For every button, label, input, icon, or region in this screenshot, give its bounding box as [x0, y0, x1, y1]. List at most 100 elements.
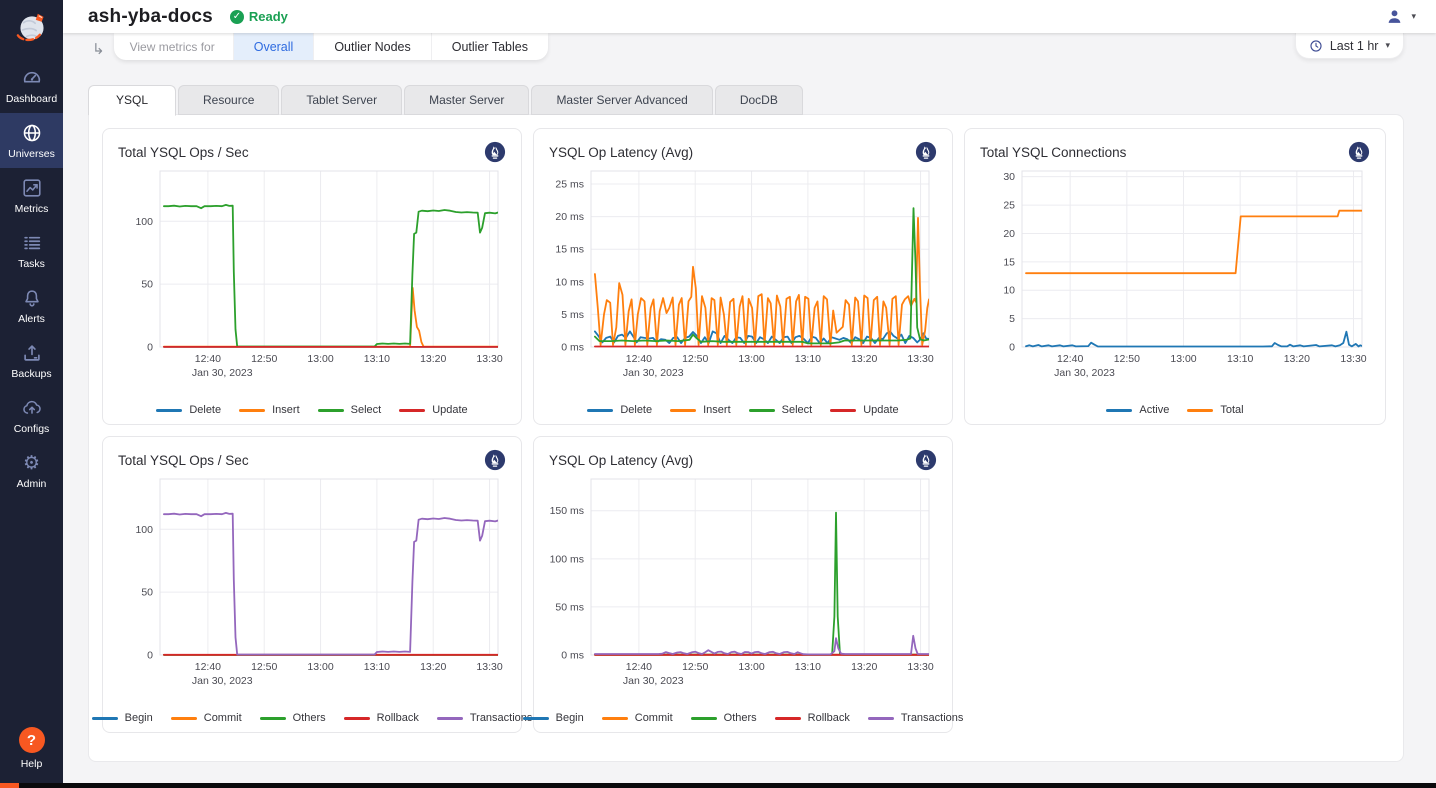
svg-text:30: 30 — [1003, 171, 1015, 183]
legend-item-update[interactable]: Update — [830, 404, 898, 416]
sidebar-item-configs[interactable]: Configs — [0, 388, 63, 443]
legend-item-active[interactable]: Active — [1106, 404, 1169, 416]
scope-tab-outlier-nodes[interactable]: Outlier Nodes — [313, 33, 430, 60]
legend-label: Active — [1139, 404, 1169, 416]
svg-text:100: 100 — [135, 216, 153, 228]
sidebar-item-universes[interactable]: Universes — [0, 113, 63, 168]
svg-text:50 ms: 50 ms — [555, 601, 584, 613]
legend-swatch — [239, 409, 265, 412]
prometheus-icon[interactable] — [915, 141, 937, 163]
legend-item-insert[interactable]: Insert — [239, 404, 300, 416]
chart-plot[interactable]: 05010012:4012:5013:0013:1013:2013:30Jan … — [118, 165, 506, 397]
svg-text:12:50: 12:50 — [251, 661, 277, 673]
chart-plot[interactable]: 05101520253012:4012:5013:0013:1013:2013:… — [980, 165, 1370, 397]
legend-item-transactions[interactable]: Transactions — [868, 712, 964, 724]
svg-text:25: 25 — [1003, 200, 1015, 212]
yugabyte-logo-icon[interactable] — [0, 0, 63, 58]
legend-label: Insert — [272, 404, 300, 416]
metric-tabs: YSQLResourceTablet ServerMaster ServerMa… — [88, 85, 1404, 115]
svg-text:10: 10 — [1003, 285, 1015, 297]
sidebar-item-tasks[interactable]: Tasks — [0, 223, 63, 278]
legend-label: Begin — [125, 712, 153, 724]
sidebar-item-metrics[interactable]: Metrics — [0, 168, 63, 223]
svg-text:20: 20 — [1003, 228, 1015, 240]
legend-label: Total — [1220, 404, 1243, 416]
legend-item-rollback[interactable]: Rollback — [775, 712, 850, 724]
svg-text:0 ms: 0 ms — [561, 342, 584, 354]
legend-item-begin[interactable]: Begin — [92, 712, 153, 724]
time-range-label: Last 1 hr — [1330, 39, 1379, 53]
legend-item-delete[interactable]: Delete — [587, 404, 652, 416]
legend-item-update[interactable]: Update — [399, 404, 467, 416]
admin-icon: ⚙ — [21, 452, 43, 474]
svg-text:25 ms: 25 ms — [555, 179, 584, 191]
sidebar-item-backups[interactable]: Backups — [0, 333, 63, 388]
svg-text:20 ms: 20 ms — [555, 211, 584, 223]
tab-master-server[interactable]: Master Server — [404, 85, 529, 115]
tab-master-server-advanced[interactable]: Master Server Advanced — [531, 85, 712, 115]
legend-item-commit[interactable]: Commit — [602, 712, 673, 724]
scope-tab-outlier-tables[interactable]: Outlier Tables — [431, 33, 548, 60]
legend-item-insert[interactable]: Insert — [670, 404, 731, 416]
user-menu[interactable]: ▾ — [1385, 7, 1416, 26]
svg-text:13:30: 13:30 — [907, 661, 933, 673]
chart-title: Total YSQL Ops / Sec — [118, 453, 249, 468]
metrics-icon — [21, 177, 43, 199]
svg-text:12:40: 12:40 — [1057, 353, 1083, 365]
svg-text:13:10: 13:10 — [795, 353, 821, 365]
backups-icon — [21, 342, 43, 364]
legend-item-others[interactable]: Others — [260, 712, 326, 724]
status-badge: ✓ Ready — [230, 9, 288, 24]
check-icon: ✓ — [230, 10, 244, 24]
prometheus-icon[interactable] — [484, 449, 506, 471]
chart-card: Total YSQL Ops / Sec05010012:4012:5013:0… — [102, 436, 522, 733]
tab-tablet-server[interactable]: Tablet Server — [281, 85, 402, 115]
time-range-button[interactable]: Last 1 hr ▾ — [1295, 33, 1404, 59]
svg-text:0 ms: 0 ms — [561, 650, 584, 662]
legend-swatch — [602, 717, 628, 720]
tab-docdb[interactable]: DocDB — [715, 85, 803, 115]
legend-item-select[interactable]: Select — [318, 404, 382, 416]
legend-label: Rollback — [808, 712, 850, 724]
prometheus-icon[interactable] — [484, 141, 506, 163]
header: ash-yba-docs ✓ Ready ▾ — [63, 0, 1436, 33]
legend-item-begin[interactable]: Begin — [523, 712, 584, 724]
svg-text:0: 0 — [147, 342, 153, 354]
svg-text:50: 50 — [141, 279, 153, 291]
chart-legend: BeginCommitOthersRollbackTransactions — [118, 712, 506, 724]
scope-tab-overall[interactable]: Overall — [233, 33, 314, 60]
chart-title: YSQL Op Latency (Avg) — [549, 453, 693, 468]
sidebar-item-help[interactable]: ? Help — [0, 727, 63, 783]
svg-text:13:10: 13:10 — [1227, 353, 1253, 365]
prometheus-icon[interactable] — [915, 449, 937, 471]
tab-ysql[interactable]: YSQL — [88, 85, 176, 116]
sidebar-item-label: Help — [21, 758, 43, 770]
legend-item-total[interactable]: Total — [1187, 404, 1243, 416]
svg-text:12:50: 12:50 — [682, 353, 708, 365]
sidebar-item-dashboard[interactable]: Dashboard — [0, 58, 63, 113]
legend-swatch — [1106, 409, 1132, 412]
svg-text:13:00: 13:00 — [307, 661, 333, 673]
caret-down-icon: ▾ — [1385, 41, 1390, 51]
sidebar-item-label: Configs — [14, 423, 50, 435]
legend-item-transactions[interactable]: Transactions — [437, 712, 533, 724]
legend-item-select[interactable]: Select — [749, 404, 813, 416]
legend-item-others[interactable]: Others — [691, 712, 757, 724]
chart-legend: Active Total — [980, 404, 1370, 416]
legend-item-delete[interactable]: Delete — [156, 404, 221, 416]
svg-text:12:40: 12:40 — [626, 353, 652, 365]
dashboard-icon — [21, 67, 43, 89]
sidebar-item-admin[interactable]: ⚙Admin — [0, 443, 63, 498]
chart-legend: Delete Insert Select Update — [118, 404, 506, 416]
chart-plot[interactable]: 05010012:4012:5013:0013:1013:2013:30Jan … — [118, 473, 506, 705]
legend-label: Insert — [703, 404, 731, 416]
legend-item-commit[interactable]: Commit — [171, 712, 242, 724]
legend-item-rollback[interactable]: Rollback — [344, 712, 419, 724]
chart-plot[interactable]: 0 ms5 ms10 ms15 ms20 ms25 ms12:4012:5013… — [549, 165, 937, 397]
legend-swatch — [691, 717, 717, 720]
chart-plot[interactable]: 0 ms50 ms100 ms150 ms12:4012:5013:0013:1… — [549, 473, 937, 705]
prometheus-icon[interactable] — [1348, 141, 1370, 163]
svg-text:0: 0 — [1009, 342, 1015, 354]
tab-resource[interactable]: Resource — [178, 85, 279, 115]
sidebar-item-alerts[interactable]: Alerts — [0, 278, 63, 333]
